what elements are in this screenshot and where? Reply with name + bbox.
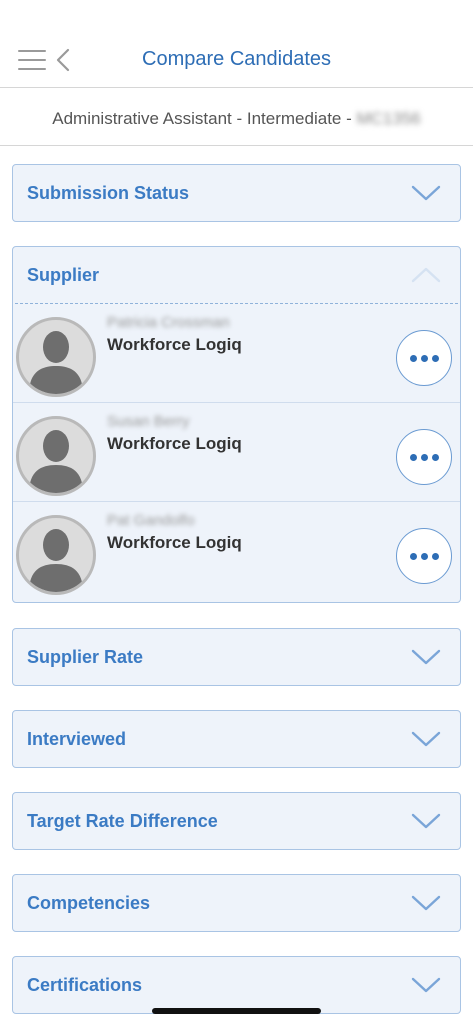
job-title: Administrative Assistant - Intermediate … [52, 109, 357, 128]
candidate-row: Patricia Crossman Workforce Logiq [13, 304, 460, 403]
section-title: Interviewed [27, 729, 127, 749]
candidate-supplier: Workforce Logiq [107, 533, 242, 552]
section-title: Supplier Rate [27, 647, 144, 667]
section-title: Supplier [27, 265, 100, 285]
avatar [16, 515, 96, 595]
chevron-down-icon[interactable] [410, 975, 442, 995]
candidate-name: Patricia Crossman [107, 314, 230, 331]
section-supplier[interactable]: Supplier Patricia Crossman Workforce Log… [12, 246, 461, 603]
candidate-supplier: Workforce Logiq [107, 434, 242, 453]
chevron-down-icon[interactable] [410, 811, 442, 831]
section-title: Submission Status [27, 183, 190, 203]
app-header: Compare Candidates [0, 0, 473, 88]
candidate-supplier: Workforce Logiq [107, 335, 242, 354]
avatar [16, 317, 96, 397]
job-subheader: Administrative Assistant - Intermediate … [0, 88, 473, 146]
candidate-row: Pat Gandolfo Workforce Logiq [13, 502, 460, 601]
chevron-down-icon[interactable] [410, 893, 442, 913]
section-certifications[interactable]: Certifications [12, 956, 461, 1014]
more-options-button[interactable] [396, 429, 452, 485]
chevron-down-icon[interactable] [410, 729, 442, 749]
avatar [16, 416, 96, 496]
chevron-down-icon[interactable] [410, 647, 442, 667]
chevron-up-icon[interactable] [410, 265, 442, 285]
section-interviewed[interactable]: Interviewed [12, 710, 461, 768]
job-code: MC1356 [356, 109, 421, 128]
candidate-row: Susan Berry Workforce Logiq [13, 403, 460, 502]
more-options-button[interactable] [396, 528, 452, 584]
home-indicator [152, 1008, 321, 1014]
section-title: Target Rate Difference [27, 811, 218, 831]
page-title: Compare Candidates [142, 48, 331, 70]
section-title: Certifications [27, 975, 143, 995]
section-submission-status[interactable]: Submission Status [12, 164, 461, 222]
section-competencies[interactable]: Competencies [12, 874, 461, 932]
section-title: Competencies [27, 893, 151, 913]
section-target-rate-difference[interactable]: Target Rate Difference [12, 792, 461, 850]
candidate-name: Pat Gandolfo [107, 512, 195, 529]
more-options-button[interactable] [396, 330, 452, 386]
chevron-down-icon[interactable] [410, 183, 442, 203]
section-supplier-rate[interactable]: Supplier Rate [12, 628, 461, 686]
candidate-name: Susan Berry [107, 413, 190, 430]
